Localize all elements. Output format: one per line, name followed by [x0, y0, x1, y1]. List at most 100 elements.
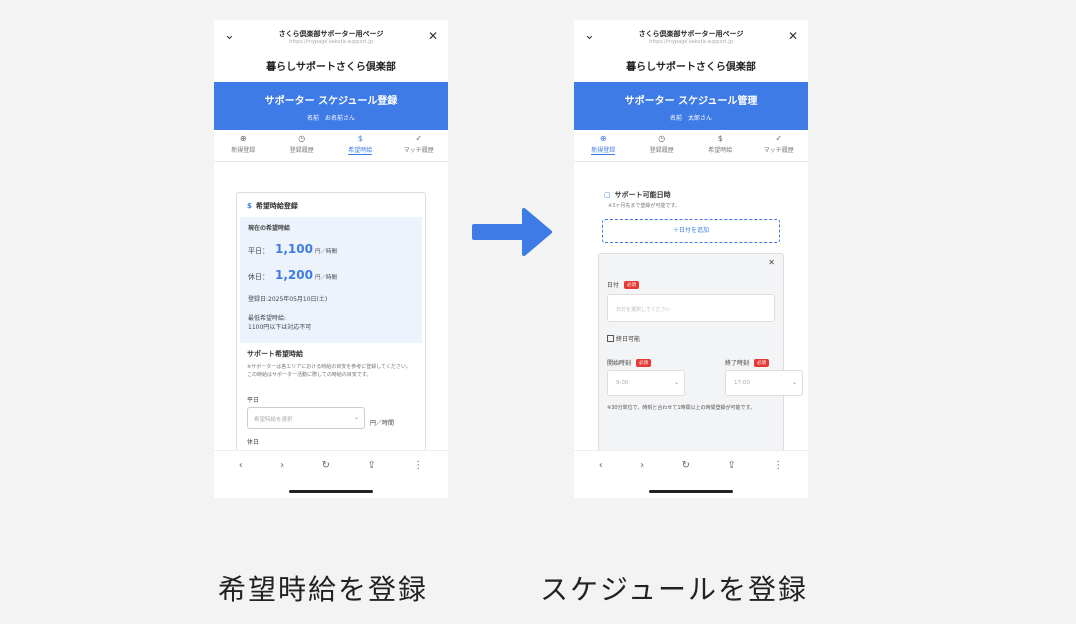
weekday-wage-select[interactable]: 希望時給を選択 ⌄ [247, 407, 365, 429]
tab-match-history[interactable]: ✓ マッチ履歴 [750, 130, 809, 161]
checkbox-label: 終日可能 [616, 336, 641, 343]
wage-row-value: 1,200 [275, 268, 313, 282]
start-time-label: 開始時刻 必須 [607, 358, 652, 367]
forward-icon[interactable]: › [640, 460, 644, 471]
date-label-text: 日付 [607, 282, 620, 289]
required-badge: 必須 [624, 280, 640, 289]
wage-row-label: 平日： [248, 247, 269, 255]
schedule-entry-form: ✕ 日付 必須 日付を選択してください 終日可能 開始時刻 必須 終了時刻 必須 [598, 253, 803, 450]
weekday-wage-row: 平日： 1,100 円／時間 [248, 242, 414, 256]
current-wage-box: 現在の希望時給 平日： 1,100 円／時間 休日： 1,200 円／時間 登録… [240, 217, 422, 343]
current-wage-label: 現在の希望時給 [248, 225, 291, 232]
clock-icon: ◷ [658, 134, 666, 143]
back-icon[interactable]: ‹ [599, 460, 603, 471]
tab-label: マッチ履歴 [763, 147, 794, 154]
dollar-icon: $ [717, 134, 723, 143]
share-icon[interactable]: ⇪ [727, 460, 735, 471]
reload-icon[interactable]: ↻ [682, 460, 690, 471]
home-indicator [289, 490, 373, 493]
select-unit: 円／時間 [370, 419, 395, 427]
check-icon: ✓ [415, 134, 423, 143]
chevron-down-icon: ⌄ [791, 379, 797, 386]
browser-url: https://mypage.sakura-support.jp [649, 39, 733, 45]
close-icon[interactable]: ✕ [768, 258, 775, 267]
browser-header: ⌄ さくら倶楽部サポーター用ページ https://mypage.sakura-… [214, 20, 448, 54]
wage-row-label: 休日： [248, 273, 269, 281]
back-icon[interactable]: ‹ [239, 460, 243, 471]
required-badge: 必須 [754, 358, 770, 367]
end-time-label-text: 終了時刻 [725, 360, 750, 367]
date-input[interactable]: 日付を選択してください [607, 294, 775, 322]
banner-title: サポーター スケジュール管理 [624, 96, 758, 107]
tab-match-history[interactable]: ✓ マッチ履歴 [390, 130, 449, 161]
forward-icon[interactable]: › [280, 460, 284, 471]
tab-history[interactable]: ◷ 登録履歴 [633, 130, 692, 161]
site-name: 暮らしサポートさくら倶楽部 [626, 62, 756, 73]
wage-card-title: $ 希望時給登録 [237, 193, 425, 217]
scroll-content[interactable]: ▢ サポート可能日時 ※3ヶ月先まで登録が可能です。 ＋日付を追加 ✕ 日付 必須… [574, 182, 808, 450]
weekday-select-row: 希望時給を選択 ⌄ 円／時間 [237, 407, 425, 429]
select-placeholder: 希望時給を選択 [254, 417, 293, 423]
wage-row-value: 1,100 [275, 242, 313, 256]
date-label: 日付 必須 [607, 280, 640, 289]
reload-icon[interactable]: ↻ [322, 460, 330, 471]
checkbox-box[interactable] [607, 335, 614, 342]
plus-circle-icon: ⊕ [239, 134, 247, 143]
browser-page-title: さくら倶楽部サポーター用ページ [638, 30, 744, 38]
chevron-down-icon[interactable]: ⌄ [224, 28, 235, 43]
form-note: ※30分単位で、時刻と合わせて1時間以上の時間登録が可能です。 [607, 405, 756, 411]
more-menu-icon[interactable]: ⋮ [773, 460, 783, 471]
tab-label: 新規登録 [591, 147, 616, 155]
end-time-select[interactable]: 17:00 ⌄ [725, 370, 803, 396]
chevron-down-icon: ⌄ [673, 379, 679, 386]
browser-page-title: さくら倶楽部サポーター用ページ [278, 30, 384, 38]
add-date-button[interactable]: ＋日付を追加 [602, 219, 780, 243]
tab-label: 新規登録 [231, 147, 256, 154]
share-icon[interactable]: ⇪ [367, 460, 375, 471]
tab-label: 登録履歴 [289, 147, 314, 154]
tab-new-registration[interactable]: ⊕ 新規登録 [214, 130, 273, 161]
tab-desired-wage[interactable]: $ 希望時給 [691, 130, 750, 161]
scroll-content[interactable]: $ 希望時給登録 現在の希望時給 平日： 1,100 円／時間 休日： 1,200… [214, 182, 448, 450]
wage-row-unit: 円／時間 [314, 249, 337, 255]
wage-section-title: サポート希望時給 [247, 350, 303, 358]
dollar-icon: $ [357, 134, 363, 143]
wage-card-title-text: 希望時給登録 [255, 202, 298, 210]
clock-icon: ◷ [298, 134, 306, 143]
start-time-select[interactable]: 9:00 ⌄ [607, 370, 685, 396]
schedule-note: ※3ヶ月先まで登録が可能です。 [608, 203, 680, 209]
minimum-wage-label: 最低希望時給: [248, 315, 287, 322]
more-menu-icon[interactable]: ⋮ [413, 460, 423, 471]
tab-history[interactable]: ◷ 登録履歴 [273, 130, 332, 161]
required-badge: 必須 [636, 358, 652, 367]
browser-toolbar: ‹ › ↻ ⇪ ⋮ [574, 450, 808, 480]
tab-desired-wage[interactable]: $ 希望時給 [331, 130, 390, 161]
banner-user: 名前 お名前さん [306, 115, 355, 122]
tab-label: 希望時給 [348, 147, 373, 155]
tab-bar: ⊕ 新規登録 ◷ 登録履歴 $ 希望時給 ✓ マッチ履歴 [214, 130, 448, 162]
tab-label: 登録履歴 [649, 147, 674, 154]
site-name: 暮らしサポートさくら倶楽部 [266, 62, 396, 73]
caption-register-schedule: スケジュールを登録 [540, 573, 809, 606]
minimum-wage-value: 1100円以下は対応不可 [248, 324, 312, 331]
tab-label: 希望時給 [708, 147, 733, 154]
browser-url: https://mypage.sakura-support.jp [289, 39, 373, 45]
close-icon[interactable]: ✕ [428, 29, 438, 43]
tab-new-registration[interactable]: ⊕ 新規登録 [574, 130, 633, 161]
weekday-label: 平日 [247, 397, 260, 404]
page-banner: サポーター スケジュール登録 名前 お名前さん [214, 82, 448, 130]
arrow-right-icon [472, 208, 552, 256]
start-time-value: 9:00 [616, 380, 629, 386]
calendar-icon: ▢ [604, 191, 611, 199]
caption-register-wage: 希望時給を登録 [218, 573, 429, 606]
home-indicator [649, 490, 733, 493]
banner-title: サポーター スケジュール登録 [264, 96, 398, 107]
browser-header: ⌄ さくら倶楽部サポーター用ページ https://mypage.sakura-… [574, 20, 808, 54]
chevron-down-icon[interactable]: ⌄ [584, 28, 595, 43]
phone-screen-wage: ⌄ さくら倶楽部サポーター用ページ https://mypage.sakura-… [214, 20, 448, 498]
dollar-icon: $ [247, 202, 252, 210]
all-day-checkbox[interactable]: 終日可能 [607, 334, 640, 343]
close-icon[interactable]: ✕ [788, 29, 798, 43]
banner-user: 名前 太郎さん [669, 115, 712, 122]
page-banner: サポーター スケジュール管理 名前 太郎さん [574, 82, 808, 130]
